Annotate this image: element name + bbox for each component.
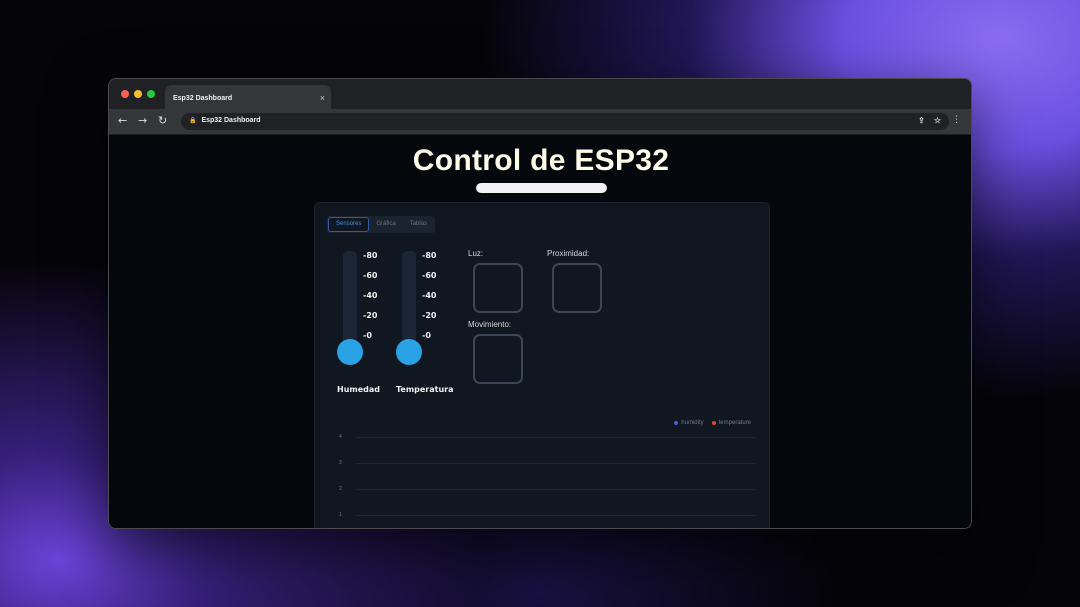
gauge-tick: -0 [422, 331, 431, 340]
bookmark-star-icon[interactable]: ☆ [934, 116, 941, 125]
gauge-tick: -60 [422, 271, 437, 280]
y-tick-label: 4 [339, 434, 342, 440]
tab-title: Esp32 Dashboard [173, 95, 233, 102]
title-bar: Esp32 Dashboard × [109, 79, 971, 109]
page-viewport: Control de ESP32 Sensores Gráfica Tablas… [109, 136, 971, 528]
gauge-tick: -40 [363, 291, 378, 300]
gauge-tick: -20 [363, 311, 378, 320]
window-controls [121, 90, 155, 98]
browser-menu-icon[interactable]: ⋮ [952, 115, 961, 125]
sensor-chart: 4 3 2 1 [339, 428, 759, 528]
browser-window: Esp32 Dashboard × ← → ↻ 🔒 Esp32 Dashboar… [108, 78, 972, 529]
proximity-label: Proximidad: [547, 249, 590, 258]
forward-arrow-icon[interactable]: → [138, 114, 147, 127]
tab-sensores[interactable]: Sensores [328, 217, 370, 232]
grid-line [355, 437, 755, 438]
close-window-button[interactable] [121, 90, 129, 98]
gauge-track [402, 251, 416, 351]
legend-label: temperature [718, 420, 751, 426]
share-icon[interactable]: ⇪ [918, 116, 925, 125]
y-tick-label: 2 [339, 486, 342, 492]
legend-swatch [711, 421, 716, 425]
browser-toolbar: ← → ↻ 🔒 Esp32 Dashboard ⇪ ☆ ⋮ [109, 109, 971, 135]
minimize-window-button[interactable] [134, 90, 142, 98]
proximity-indicator [552, 263, 602, 313]
legend-item-temperature[interactable]: temperature [711, 420, 751, 426]
gauge-tick: -80 [363, 251, 378, 260]
title-underline-bar [476, 183, 607, 193]
temperature-gauge: -80 -60 -40 -20 -0 Temperatura [386, 251, 456, 401]
gauge-label: Humedad [337, 385, 381, 394]
tab-close-icon[interactable]: × [320, 93, 325, 103]
address-bar[interactable]: 🔒 Esp32 Dashboard ⇪ ☆ [181, 113, 949, 130]
motion-indicator [473, 334, 523, 384]
legend-item-humidity[interactable]: humidity [674, 420, 704, 426]
light-label: Luz: [468, 249, 484, 258]
gauge-tick: -0 [363, 331, 372, 340]
y-tick-label: 1 [339, 512, 342, 518]
light-indicator [473, 263, 523, 313]
y-tick-label: 3 [339, 460, 342, 466]
address-text: Esp32 Dashboard [201, 117, 261, 124]
view-tabs: Sensores Gráfica Tablas [327, 216, 436, 233]
gauge-tick: -40 [422, 291, 437, 300]
grid-line [355, 463, 755, 464]
page-title: Control de ESP32 [412, 144, 670, 177]
chart-legend: humidity temperature [674, 420, 751, 426]
motion-label: Movimiento: [468, 320, 512, 329]
omnibox-actions: ⇪ ☆ [918, 116, 941, 125]
lock-icon: 🔒 [189, 118, 197, 124]
tab-grafica[interactable]: Gráfica [369, 217, 402, 232]
back-arrow-icon[interactable]: ← [118, 114, 127, 127]
grid-line [355, 515, 755, 516]
tab-tablas[interactable]: Tablas [403, 217, 434, 232]
gauge-knob[interactable] [396, 339, 422, 365]
legend-swatch [674, 421, 679, 425]
gauge-track [343, 251, 357, 351]
reload-icon[interactable]: ↻ [158, 114, 167, 127]
maximize-window-button[interactable] [147, 90, 155, 98]
gauge-knob[interactable] [337, 339, 363, 365]
dashboard-card: Sensores Gráfica Tablas -80 -60 -40 -20 … [314, 202, 770, 528]
gauge-tick: -80 [422, 251, 437, 260]
gauge-tick: -20 [422, 311, 437, 320]
grid-line [355, 489, 755, 490]
gauge-label: Temperatura [396, 385, 454, 394]
gauge-tick: -60 [363, 271, 378, 280]
legend-label: humidity [681, 420, 704, 426]
browser-tab[interactable]: Esp32 Dashboard × [165, 85, 331, 109]
